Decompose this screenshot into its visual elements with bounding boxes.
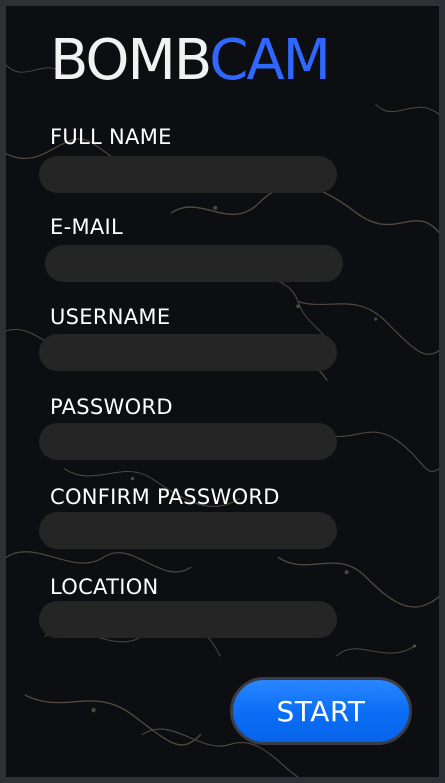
full-name-label: FULL NAME: [50, 125, 172, 149]
app-logo: BOMBCAM: [50, 33, 331, 89]
confirm-password-input[interactable]: [39, 512, 337, 549]
username-input[interactable]: [39, 334, 337, 371]
confirm-password-label: CONFIRM PASSWORD: [50, 485, 280, 509]
full-name-input[interactable]: [39, 156, 337, 193]
logo-text-cam: CAM: [209, 28, 331, 93]
marble-background: [6, 64, 439, 777]
email-input[interactable]: [45, 245, 343, 282]
location-input[interactable]: [39, 601, 337, 638]
location-label: LOCATION: [50, 575, 159, 599]
password-label: PASSWORD: [50, 395, 173, 419]
email-label: E-MAIL: [50, 215, 124, 239]
username-label: USERNAME: [50, 305, 171, 329]
logo-text-bomb: BOMB: [50, 28, 211, 93]
signup-screen: BOMBCAM FULL NAME E-MAIL USERNAME PASSWO…: [0, 0, 445, 783]
start-button[interactable]: START: [230, 677, 412, 745]
password-input[interactable]: [39, 423, 337, 460]
